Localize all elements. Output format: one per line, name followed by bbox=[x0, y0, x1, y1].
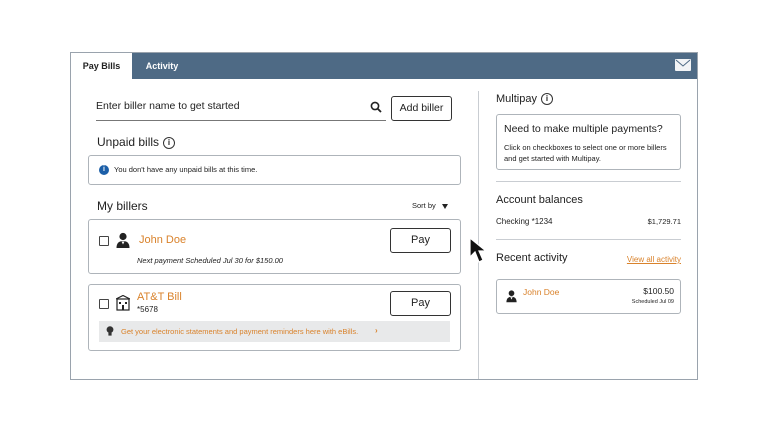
multipay-heading: Multipay i bbox=[496, 93, 553, 106]
pay-button[interactable]: Pay bbox=[390, 228, 451, 253]
checking-balance: $1,729.71 bbox=[647, 217, 681, 226]
account-balances-title: Account balances bbox=[496, 194, 583, 206]
biller-card-john-doe: John Doe Pay Next payment Scheduled Jul … bbox=[88, 219, 461, 274]
biller-account-number: *5678 bbox=[137, 305, 158, 314]
pay-bills-window: Pay Bills Activity Add biller Unpaid bil… bbox=[70, 52, 698, 380]
recent-activity-name[interactable]: John Doe bbox=[523, 287, 559, 297]
unpaid-bills-notice: i You don't have any unpaid bills at thi… bbox=[88, 155, 461, 185]
recent-activity-item[interactable]: John Doe $100.50 Scheduled Jul 09 bbox=[496, 279, 681, 314]
unpaid-bills-message: You don't have any unpaid bills at this … bbox=[114, 165, 258, 174]
multipay-title: Multipay bbox=[496, 93, 537, 105]
multipay-question: Need to make multiple payments? bbox=[504, 123, 663, 135]
biller-name[interactable]: John Doe bbox=[139, 234, 186, 246]
ebills-promo-text: Get your electronic statements and payme… bbox=[121, 327, 359, 336]
sort-by-label: Sort by bbox=[412, 201, 436, 210]
search-input[interactable] bbox=[96, 100, 356, 112]
my-billers-title: My billers bbox=[97, 199, 148, 213]
building-icon bbox=[116, 295, 130, 311]
info-icon[interactable]: i bbox=[540, 93, 553, 106]
recent-activity-title: Recent activity bbox=[496, 252, 568, 264]
search-icon[interactable] bbox=[370, 101, 382, 113]
biller-checkbox[interactable] bbox=[99, 299, 109, 309]
info-icon[interactable]: i bbox=[163, 136, 176, 149]
mouse-pointer-icon bbox=[469, 236, 488, 263]
divider bbox=[496, 181, 681, 182]
next-payment-info: Next payment Scheduled Jul 30 for $150.0… bbox=[137, 256, 283, 265]
ebills-promo[interactable]: Get your electronic statements and payme… bbox=[99, 321, 450, 342]
unpaid-bills-title: Unpaid bills bbox=[97, 135, 160, 149]
multipay-card: Need to make multiple payments? Click on… bbox=[496, 114, 681, 170]
caret-down-icon bbox=[441, 203, 448, 209]
biller-checkbox[interactable] bbox=[99, 236, 109, 246]
pay-button[interactable]: Pay bbox=[390, 291, 451, 316]
info-circle-icon: i bbox=[99, 165, 109, 175]
person-icon bbox=[506, 290, 517, 303]
person-icon bbox=[116, 232, 130, 248]
biller-search bbox=[96, 97, 386, 121]
tab-pay-bills[interactable]: Pay Bills bbox=[71, 53, 132, 79]
sort-by-dropdown[interactable]: Sort by bbox=[412, 201, 448, 210]
view-all-activity-link[interactable]: View all activity bbox=[627, 255, 681, 264]
unpaid-bills-heading: Unpaid bills i bbox=[97, 135, 176, 149]
mail-icon[interactable] bbox=[675, 59, 691, 71]
lightbulb-icon bbox=[106, 326, 114, 336]
divider bbox=[496, 239, 681, 240]
checking-account-label[interactable]: Checking *1234 bbox=[496, 217, 552, 226]
chevron-right-icon: › bbox=[375, 326, 378, 335]
biller-name[interactable]: AT&T Bill bbox=[137, 291, 182, 303]
tab-activity[interactable]: Activity bbox=[132, 53, 192, 79]
top-nav-bar: Pay Bills Activity bbox=[71, 53, 697, 79]
multipay-description: Click on checkboxes to select one or mor… bbox=[504, 143, 667, 163]
recent-activity-date: Scheduled Jul 09 bbox=[631, 299, 674, 305]
biller-card-att: AT&T Bill *5678 Pay Get your electronic … bbox=[88, 284, 461, 351]
recent-activity-amount: $100.50 bbox=[643, 286, 674, 296]
add-biller-button[interactable]: Add biller bbox=[391, 96, 452, 121]
